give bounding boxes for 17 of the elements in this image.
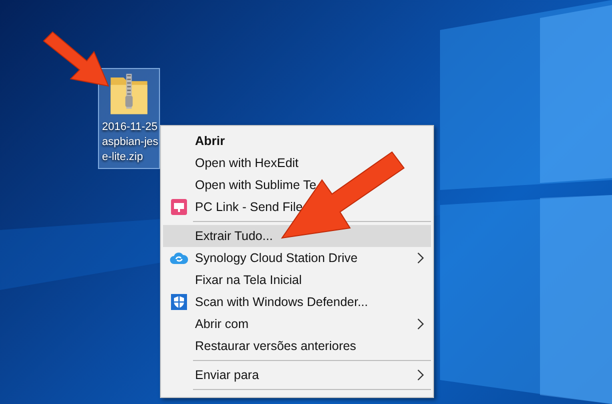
pc-link-icon xyxy=(171,199,187,215)
shield-icon xyxy=(171,294,187,310)
menu-item[interactable]: PC Link - Send File xyxy=(163,196,431,218)
arrow-annotation-icon xyxy=(40,30,112,88)
menu-item[interactable]: Open with HexEdit xyxy=(163,152,431,174)
menu-item[interactable]: Restaurar versões anteriores xyxy=(163,335,431,357)
menu-item[interactable]: Open with Sublime Te xyxy=(163,174,431,196)
desktop-file-icon[interactable]: 2016-11-25 aspbian-jes e-lite.zip xyxy=(98,68,160,169)
cloud-sync-icon xyxy=(170,251,188,265)
menu-item[interactable]: Scan with Windows Defender... xyxy=(163,291,431,313)
menu-item[interactable]: Abrir com xyxy=(163,313,431,335)
menu-item[interactable]: Synology Cloud Station Drive xyxy=(163,247,431,269)
menu-item[interactable]: Abrir xyxy=(163,130,431,152)
menu-item[interactable]: Enviar para xyxy=(163,364,431,386)
menu-item[interactable]: Extrair Tudo... xyxy=(163,225,431,247)
menu-item[interactable]: Fixar na Tela Inicial xyxy=(163,269,431,291)
file-name: 2016-11-25 aspbian-jes e-lite.zip xyxy=(101,120,158,165)
